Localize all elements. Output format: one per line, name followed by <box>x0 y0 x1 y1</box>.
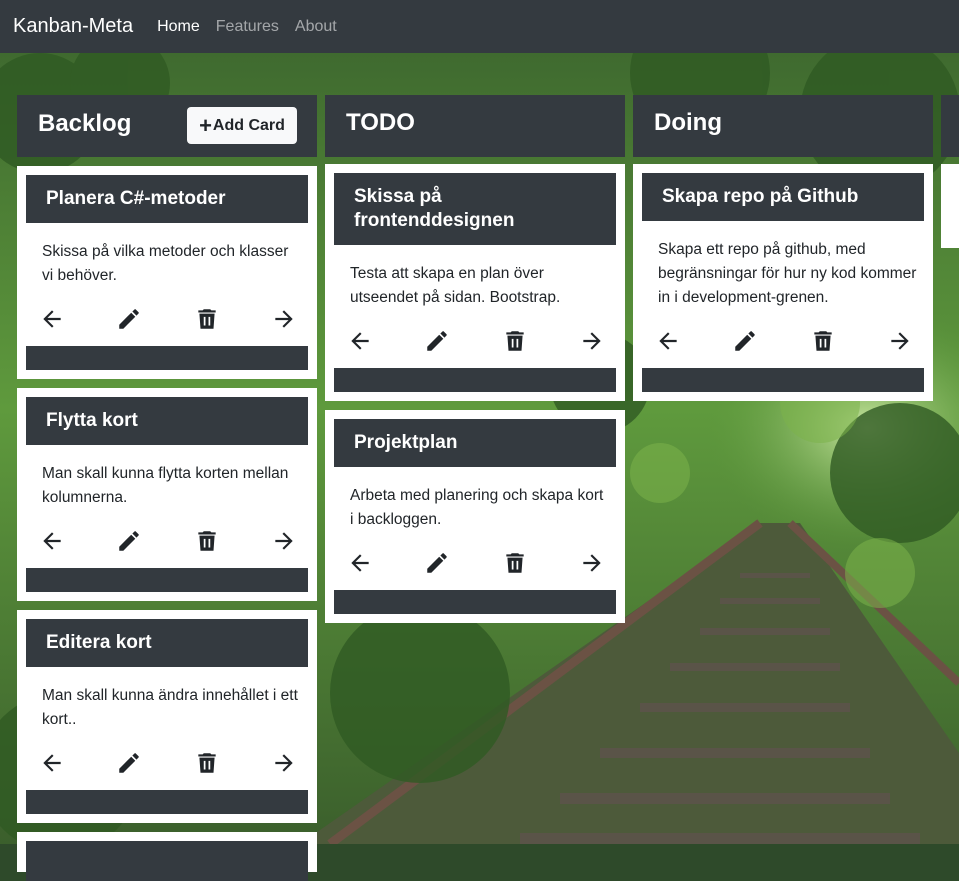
navbar: Kanban-Meta Home Features About <box>0 0 959 53</box>
arrow-right-icon[interactable] <box>887 328 913 354</box>
card-actions <box>334 328 616 356</box>
arrow-left-icon[interactable] <box>39 750 65 776</box>
card-text: Skapa ett repo på github, med begränsnin… <box>658 241 917 306</box>
column-todo: TODO Skissa på frontenddesignen Testa at… <box>325 95 625 623</box>
nav-home[interactable]: Home <box>157 18 200 36</box>
card-text: Testa att skapa en plan över utseendet p… <box>350 265 561 306</box>
trash-icon[interactable] <box>194 750 220 776</box>
column-title: TODO <box>346 109 415 136</box>
card-title: Skapa repo på Github <box>642 173 924 221</box>
column-header: Doing <box>633 95 933 157</box>
trash-icon[interactable] <box>502 328 528 354</box>
card-actions <box>642 328 924 356</box>
plus-icon: + <box>199 112 212 138</box>
column-backlog: Backlog + Add Card Planera C#-metoder Sk… <box>17 95 317 881</box>
nav-features[interactable]: Features <box>216 18 279 36</box>
card-footer <box>26 790 308 814</box>
pencil-icon[interactable] <box>116 528 142 554</box>
card-title: Planera C#-metoder <box>26 175 308 223</box>
card: Flytta kort Man skall kunna flytta korte… <box>17 388 317 601</box>
card: Editera kort Man skall kunna ändra inneh… <box>17 610 317 823</box>
arrow-right-icon[interactable] <box>271 306 297 332</box>
column-title: Backlog <box>38 110 132 137</box>
arrow-left-icon[interactable] <box>347 550 373 576</box>
add-card-label: Add Card <box>212 116 285 134</box>
trash-icon[interactable] <box>194 306 220 332</box>
arrow-left-icon[interactable] <box>39 528 65 554</box>
pencil-icon[interactable] <box>732 328 758 354</box>
pencil-icon[interactable] <box>116 750 142 776</box>
card-title: Projektplan <box>334 419 616 467</box>
card: Skissa på frontenddesignen Testa att ska… <box>325 164 625 401</box>
card-actions <box>26 306 308 334</box>
trash-icon[interactable] <box>194 528 220 554</box>
column-next-partial <box>941 95 959 248</box>
card-title <box>26 841 308 881</box>
card-footer <box>334 590 616 614</box>
card-text: Skissa på vilka metoder och klasser vi b… <box>42 243 289 284</box>
trash-icon[interactable] <box>810 328 836 354</box>
arrow-right-icon[interactable] <box>579 328 605 354</box>
card-title: Editera kort <box>26 619 308 667</box>
card-footer <box>26 568 308 592</box>
card-footer <box>642 368 924 392</box>
pencil-icon[interactable] <box>424 550 450 576</box>
column-header <box>941 95 959 157</box>
pencil-icon[interactable] <box>424 328 450 354</box>
card-footer <box>334 368 616 392</box>
column-title: Doing <box>654 109 722 136</box>
card <box>17 832 317 881</box>
card <box>941 164 959 248</box>
card-title: Skissa på frontenddesignen <box>334 173 616 245</box>
column-header: TODO <box>325 95 625 157</box>
nav-about[interactable]: About <box>295 18 337 36</box>
pencil-icon[interactable] <box>116 306 142 332</box>
card: Projektplan Arbeta med planering och ska… <box>325 410 625 623</box>
card-actions <box>334 550 616 578</box>
trash-icon[interactable] <box>502 550 528 576</box>
card-text: Man skall kunna flytta korten mellan kol… <box>42 465 289 506</box>
card-footer <box>26 346 308 370</box>
arrow-right-icon[interactable] <box>271 528 297 554</box>
column-doing: Doing Skapa repo på Github Skapa ett rep… <box>633 95 933 401</box>
column-header: Backlog + Add Card <box>17 95 317 157</box>
card-text: Arbeta med planering och skapa kort i ba… <box>350 487 604 528</box>
card: Planera C#-metoder Skissa på vilka metod… <box>17 166 317 379</box>
arrow-right-icon[interactable] <box>579 550 605 576</box>
arrow-left-icon[interactable] <box>347 328 373 354</box>
card-actions <box>26 528 308 556</box>
brand[interactable]: Kanban-Meta <box>13 15 133 38</box>
card-actions <box>26 750 308 778</box>
arrow-left-icon[interactable] <box>39 306 65 332</box>
arrow-right-icon[interactable] <box>271 750 297 776</box>
card-text: Man skall kunna ändra innehållet i ett k… <box>42 687 298 728</box>
arrow-left-icon[interactable] <box>655 328 681 354</box>
card-title: Flytta kort <box>26 397 308 445</box>
card: Skapa repo på Github Skapa ett repo på g… <box>633 164 933 401</box>
add-card-button[interactable]: + Add Card <box>187 107 297 144</box>
